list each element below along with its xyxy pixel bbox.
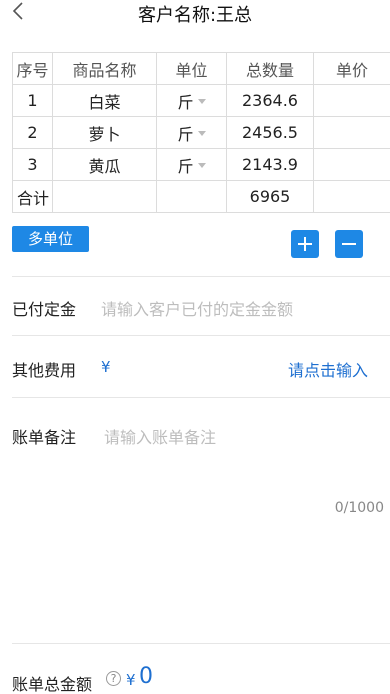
unit-dropdown[interactable]: 斤 — [156, 116, 227, 149]
table-row: 1 白菜 斤 2364.6 — [12, 84, 390, 117]
other-fees-currency: ¥ — [101, 358, 111, 376]
table-row: 3 黄瓜 斤 2143.9 — [12, 148, 390, 181]
total-label: 合计 — [12, 180, 53, 213]
total-empty-cell — [156, 180, 227, 213]
caret-down-icon — [197, 162, 206, 168]
remarks-textarea[interactable]: 请输入账单备注 — [104, 424, 379, 494]
remove-row-button[interactable] — [335, 230, 363, 258]
table-header-row: 序号 商品名称 单位 总数量 单价 — [12, 52, 390, 85]
nav-bar: 客户名称:王总 — [0, 0, 390, 28]
total-qty: 6965 — [226, 180, 314, 213]
unit-value: 斤 — [177, 156, 194, 176]
divider — [12, 397, 390, 398]
remarks-char-counter: 0/1000 — [334, 500, 384, 516]
column-header-qty: 总数量 — [226, 52, 314, 85]
goods-table: 序号 商品名称 单位 总数量 单价 1 白菜 斤 2364.6 2 萝卜 斤 2… — [12, 52, 390, 213]
table-row: 2 萝卜 斤 2456.5 — [12, 116, 390, 149]
column-header-name: 商品名称 — [52, 52, 157, 85]
add-row-button[interactable] — [291, 230, 319, 258]
divider — [12, 335, 390, 336]
caret-down-icon — [197, 98, 206, 104]
row-index: 3 — [12, 148, 53, 181]
unit-value: 斤 — [177, 92, 194, 112]
column-header-index: 序号 — [12, 52, 53, 85]
deposit-input[interactable]: 请输入客户已付的定金金额 — [101, 296, 293, 320]
row-qty: 2456.5 — [226, 116, 314, 149]
unit-dropdown[interactable]: 斤 — [156, 148, 227, 181]
total-row: 合计 6965 — [12, 180, 390, 213]
caret-down-icon — [197, 130, 206, 136]
divider — [12, 643, 390, 644]
other-fees-input-link[interactable]: 请点击输入 — [288, 357, 368, 381]
row-index: 2 — [12, 116, 53, 149]
column-header-price: 单价 — [313, 52, 390, 85]
column-header-unit: 单位 — [156, 52, 227, 85]
row-product-name: 萝卜 — [52, 116, 157, 149]
bill-total-label: 账单总金额 — [12, 675, 93, 694]
other-fees-label: 其他费用 — [12, 361, 77, 380]
bill-total-currency: ¥ — [126, 671, 136, 689]
total-empty-cell — [52, 180, 157, 213]
row-qty: 2364.6 — [226, 84, 314, 117]
row-price-input[interactable] — [313, 148, 390, 181]
question-circle-icon[interactable]: ? — [106, 671, 121, 686]
total-empty-cell — [313, 180, 390, 213]
row-product-name: 黄瓜 — [52, 148, 157, 181]
remarks-label: 账单备注 — [12, 428, 77, 447]
row-product-name: 白菜 — [52, 84, 157, 117]
multi-unit-button[interactable]: 多单位 — [12, 226, 89, 252]
divider — [12, 276, 390, 277]
row-price-input[interactable] — [313, 84, 390, 117]
bill-total-value: 0 — [139, 664, 153, 689]
deposit-label: 已付定金 — [12, 300, 77, 319]
row-index: 1 — [12, 84, 53, 117]
row-price-input[interactable] — [313, 116, 390, 149]
row-qty: 2143.9 — [226, 148, 314, 181]
page-title: 客户名称:王总 — [137, 5, 253, 26]
unit-value: 斤 — [177, 124, 194, 144]
unit-dropdown[interactable]: 斤 — [156, 84, 227, 117]
